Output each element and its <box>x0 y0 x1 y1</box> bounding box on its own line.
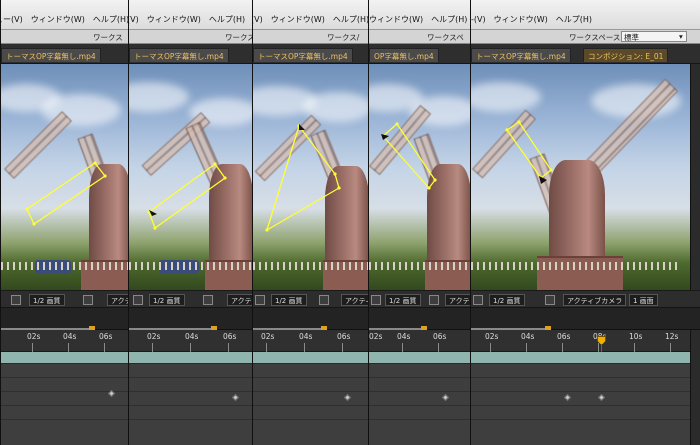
time-ruler[interactable]: 02s 04s 06s 08s 10s 12s <box>471 330 700 352</box>
composition-viewer[interactable] <box>369 64 470 290</box>
ae-composite: ュー(V) ウィンドウ(W) ヘルプ(H) ワークス トーマスOP字幕無し.mp… <box>0 0 700 445</box>
tick-label: 10s <box>629 332 643 341</box>
mask-icon[interactable] <box>203 295 213 305</box>
strip-3: (V) ウィンドウ(W) ヘルプ(H) ワークス/ トーマスOP字幕無し.mp4… <box>252 0 368 445</box>
workspace-label[interactable]: ワークス/ <box>327 32 359 43</box>
strip-1: ュー(V) ウィンドウ(W) ヘルプ(H) ワークス トーマスOP字幕無し.mp… <box>0 0 128 445</box>
track-area[interactable] <box>1 364 128 445</box>
workspace-label[interactable]: ワークスペ <box>427 32 464 43</box>
workspace-bar: ワークス <box>1 30 128 44</box>
composition-viewer[interactable] <box>1 64 128 290</box>
mask-path[interactable] <box>369 64 470 290</box>
menu-items[interactable]: (V) ウィンドウ(W) ヘルプ(H) <box>129 14 245 25</box>
grid-icon[interactable] <box>473 295 483 305</box>
resolution-dropdown[interactable]: 1/2 画質 <box>149 294 185 306</box>
grid-icon[interactable] <box>371 295 381 305</box>
menu-items[interactable]: ュー(V) ウィンドウ(W) ヘルプ(H) <box>1 14 128 25</box>
tick-label: 06s <box>433 332 447 341</box>
chevron-down-icon[interactable]: ▾ <box>679 32 683 41</box>
workspace-label: ワークスペース： <box>569 33 628 42</box>
mask-path[interactable] <box>471 64 681 290</box>
composition-viewer[interactable] <box>471 64 700 290</box>
strip-5: -(V) ウィンドウ(W) ヘルプ(H) ワークスペース： 標準 ▾ トーマスO… <box>470 0 700 445</box>
grid-icon[interactable] <box>11 295 21 305</box>
resolution-dropdown[interactable]: 1/2 画質 <box>29 294 65 306</box>
viewer-toolbar: 1/2 画質 アクティ <box>1 290 128 308</box>
tick-label: 02s <box>27 332 41 341</box>
camera-dropdown[interactable]: アクティ <box>341 294 368 306</box>
workspace-label[interactable]: ワークス <box>225 32 252 43</box>
mask-icon[interactable] <box>545 295 555 305</box>
tab-composition[interactable]: トーマスOP字幕無し.mp4 <box>253 48 353 62</box>
tick-label: 02s <box>369 332 383 341</box>
mask-path[interactable] <box>1 64 128 290</box>
time-ruler[interactable]: 02s 04s 06s <box>253 330 368 352</box>
strip-4: ウィンドウ(W) ヘルプ(H) ワークスペ OP字幕無し.mp4 1/2 画質 … <box>368 0 470 445</box>
workspace-label[interactable]: ワークス <box>93 32 123 43</box>
time-ruler[interactable]: 02s 04s 06s <box>129 330 252 352</box>
tick-label: 06s <box>99 332 113 341</box>
tick-label: 06s <box>337 332 351 341</box>
resolution-dropdown[interactable]: 1/2 画質 <box>271 294 307 306</box>
tab-composition[interactable]: トーマスOP字幕無し.mp4 <box>129 48 229 62</box>
tab-composition-2[interactable]: コンポジション: E_01 <box>583 48 669 62</box>
tick-label: 06s <box>223 332 237 341</box>
tick-label: 04s <box>397 332 411 341</box>
strip-2: (V) ウィンドウ(W) ヘルプ(H) ワークス トーマスOP字幕無し.mp4 … <box>128 0 252 445</box>
mask-icon[interactable] <box>319 295 329 305</box>
menu-items[interactable]: ウィンドウ(W) ヘルプ(H) <box>369 14 467 25</box>
tab-bar: トーマスOP字幕無し.mp4 <box>1 44 128 64</box>
tick-label: 02s <box>147 332 161 341</box>
tick-label: 04s <box>299 332 313 341</box>
camera-dropdown[interactable]: アクティ <box>445 294 470 306</box>
time-ruler[interactable]: 02s 04s 06s <box>369 330 470 352</box>
menu-items[interactable]: (V) ウィンドウ(W) ヘルプ(H) <box>253 14 368 25</box>
mask-icon[interactable] <box>429 295 439 305</box>
grid-icon[interactable] <box>133 295 143 305</box>
viewer-scrollbar[interactable] <box>690 64 700 290</box>
resolution-dropdown[interactable]: 1/2 画質 <box>385 294 421 306</box>
timeline-scrollbar[interactable] <box>690 330 700 445</box>
tab-composition[interactable]: トーマスOP字幕無し.mp4 <box>1 48 101 62</box>
menubar: ュー(V) ウィンドウ(W) ヘルプ(H) <box>1 0 128 30</box>
composition-viewer[interactable] <box>253 64 368 290</box>
camera-dropdown[interactable]: アクティブカメラ <box>563 294 627 306</box>
time-ruler[interactable]: 02s 04s 06s <box>1 330 128 352</box>
mask-path[interactable] <box>253 64 368 290</box>
mask-path[interactable] <box>129 64 252 290</box>
grid-icon[interactable] <box>255 295 265 305</box>
camera-dropdown[interactable]: アクティ <box>227 294 252 306</box>
tab-composition[interactable]: トーマスOP字幕無し.mp4 <box>471 48 571 62</box>
layer-bar[interactable] <box>1 352 128 364</box>
tick-label: 12s <box>665 332 679 341</box>
timeline-header <box>1 308 128 330</box>
menu-items[interactable]: -(V) ウィンドウ(W) ヘルプ(H) <box>471 14 592 25</box>
tab-composition[interactable]: OP字幕無し.mp4 <box>369 48 439 62</box>
resolution-dropdown[interactable]: 1/2 画質 <box>489 294 525 306</box>
workspace-dropdown[interactable]: 標準 <box>621 31 687 42</box>
tick-label: 04s <box>521 332 535 341</box>
camera-dropdown[interactable]: アクティ <box>107 294 128 306</box>
tick-label: 04s <box>185 332 199 341</box>
tick-label: 04s <box>63 332 77 341</box>
tick-label: 02s <box>485 332 499 341</box>
tick-label: 06s <box>557 332 571 341</box>
tick-label: 02s <box>261 332 275 341</box>
composition-viewer[interactable] <box>129 64 252 290</box>
mask-icon[interactable] <box>83 295 93 305</box>
view-layout-dropdown[interactable]: 1 画面 <box>629 294 658 306</box>
